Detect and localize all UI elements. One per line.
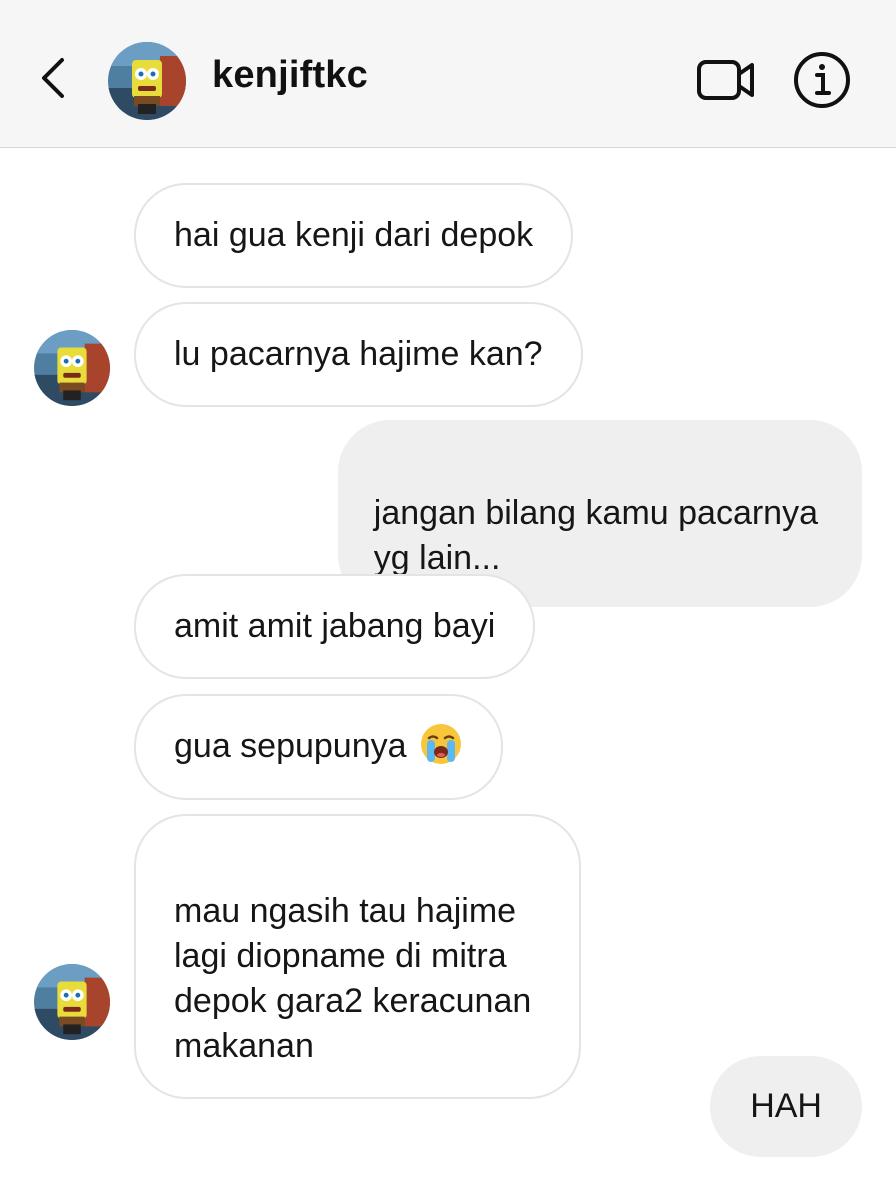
chat-header: kenjiftkc (0, 0, 896, 148)
spongebob-avatar-image (34, 964, 110, 1040)
message-text: HAH (750, 1087, 822, 1125)
message-text: mau ngasih tau hajime lagi diopname di m… (174, 892, 532, 1065)
chat-username[interactable]: kenjiftkc (212, 54, 368, 97)
message-text: gua sepupunya (174, 727, 407, 765)
message-text: hai gua kenji dari depok (174, 216, 534, 254)
avatar[interactable] (108, 42, 186, 120)
message-bubble-incoming[interactable]: gua sepupunya (134, 694, 503, 801)
back-button[interactable] (28, 46, 78, 110)
message-bubble-incoming[interactable]: lu pacarnya hajime kan? (134, 302, 583, 407)
spongebob-avatar-image (108, 42, 186, 120)
message-bubble-incoming[interactable]: hai gua kenji dari depok (134, 183, 574, 288)
info-button[interactable] (792, 50, 852, 110)
message-text: amit amit jabang bayi (174, 607, 496, 645)
message-bubble-incoming[interactable]: amit amit jabang bayi (134, 574, 536, 679)
chevron-left-icon (42, 58, 64, 98)
message-bubble-outgoing[interactable]: HAH (710, 1056, 862, 1157)
message-bubble-incoming[interactable]: mau ngasih tau hajime lagi diopname di m… (134, 814, 582, 1099)
spongebob-avatar-image (34, 330, 110, 406)
message-text: jangan bilang kamu pacarnya yg lain... (373, 494, 818, 577)
message-text: lu pacarnya hajime kan? (174, 335, 543, 373)
info-icon (794, 52, 850, 108)
video-camera-icon (697, 60, 754, 100)
sender-avatar[interactable] (34, 330, 110, 406)
loudly-crying-face-emoji (419, 722, 463, 766)
video-call-button[interactable] (694, 52, 758, 108)
sender-avatar[interactable] (34, 964, 110, 1040)
